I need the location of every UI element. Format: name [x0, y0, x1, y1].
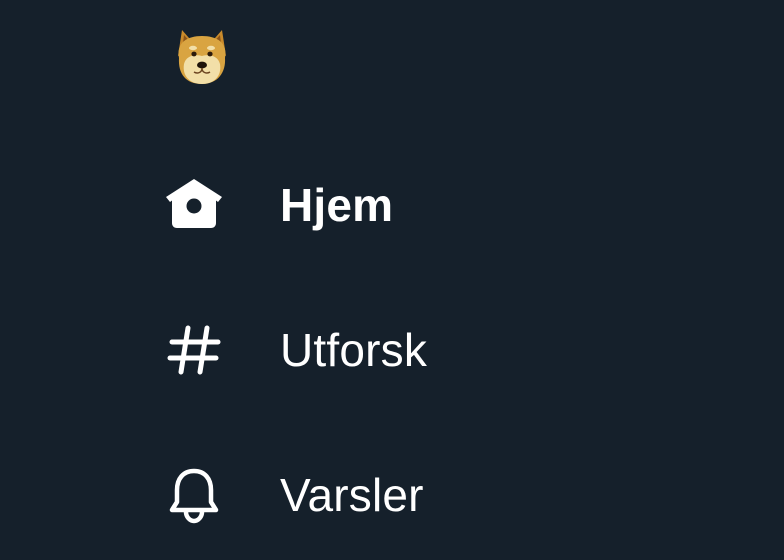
bell-icon-wrapper — [158, 459, 230, 531]
nav-item-label: Utforsk — [280, 324, 428, 376]
nav-item-notifications[interactable]: Varsler — [158, 455, 448, 535]
nav-item-label: Hjem — [280, 179, 394, 231]
hashtag-icon — [167, 325, 221, 375]
home-icon — [166, 179, 222, 228]
nav-item-home[interactable]: Hjem — [158, 165, 417, 245]
logo-link[interactable] — [166, 18, 238, 90]
nav-item-explore[interactable]: Utforsk — [158, 310, 451, 390]
hashtag-icon-wrapper — [158, 314, 230, 386]
bell-icon — [169, 468, 219, 524]
doge-logo-icon — [178, 30, 226, 84]
home-icon-wrapper — [158, 169, 230, 241]
nav-item-label: Varsler — [280, 469, 424, 521]
